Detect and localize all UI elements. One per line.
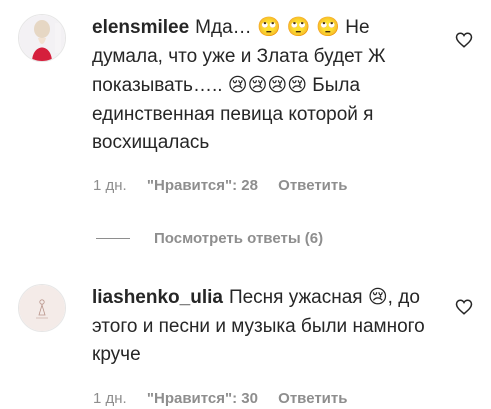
- sad-emoji: 😢: [367, 286, 388, 308]
- replies-divider-line: [96, 238, 130, 239]
- avatar-liashenko-ulia[interactable]: [18, 284, 66, 332]
- avatar-elensmilee[interactable]: [18, 14, 66, 62]
- reply-button[interactable]: Ответить: [278, 177, 347, 194]
- comment-text: liashenko_ulia Песня ужасная 😢, до этого …: [92, 283, 432, 370]
- reply-button[interactable]: Ответить: [278, 390, 347, 407]
- avatar-image: [19, 285, 65, 331]
- comment-likes[interactable]: "Нравится": 28: [147, 177, 258, 194]
- eye-roll-emoji: 🙄 🙄 🙄: [256, 16, 340, 38]
- heart-outline-icon[interactable]: [455, 31, 473, 49]
- view-replies-button[interactable]: Посмотреть ответы (6): [96, 230, 323, 247]
- comment-likes[interactable]: "Нравится": 30: [147, 390, 258, 407]
- comment-username[interactable]: elensmilee: [92, 17, 189, 38]
- comment-meta: 1 дн. "Нравится": 28 Ответить: [93, 177, 363, 194]
- comment-username[interactable]: liashenko_ulia: [92, 287, 223, 308]
- comment-body-part: Песня ужасная: [228, 287, 368, 308]
- sad-emoji: 😢😢😢😢: [227, 74, 308, 96]
- avatar-image: [19, 15, 65, 61]
- comment-time[interactable]: 1 дн.: [93, 177, 127, 194]
- comment-body-part: Мда…: [195, 17, 257, 38]
- heart-outline-icon[interactable]: [455, 298, 473, 316]
- view-replies-label: Посмотреть ответы (6): [154, 230, 324, 247]
- comment-meta: 1 дн. "Нравится": 30 Ответить: [93, 390, 363, 407]
- comment-time[interactable]: 1 дн.: [93, 390, 127, 407]
- comment-text: elensmilee Мда… 🙄 🙄 🙄 Не думала, что уже …: [92, 13, 432, 158]
